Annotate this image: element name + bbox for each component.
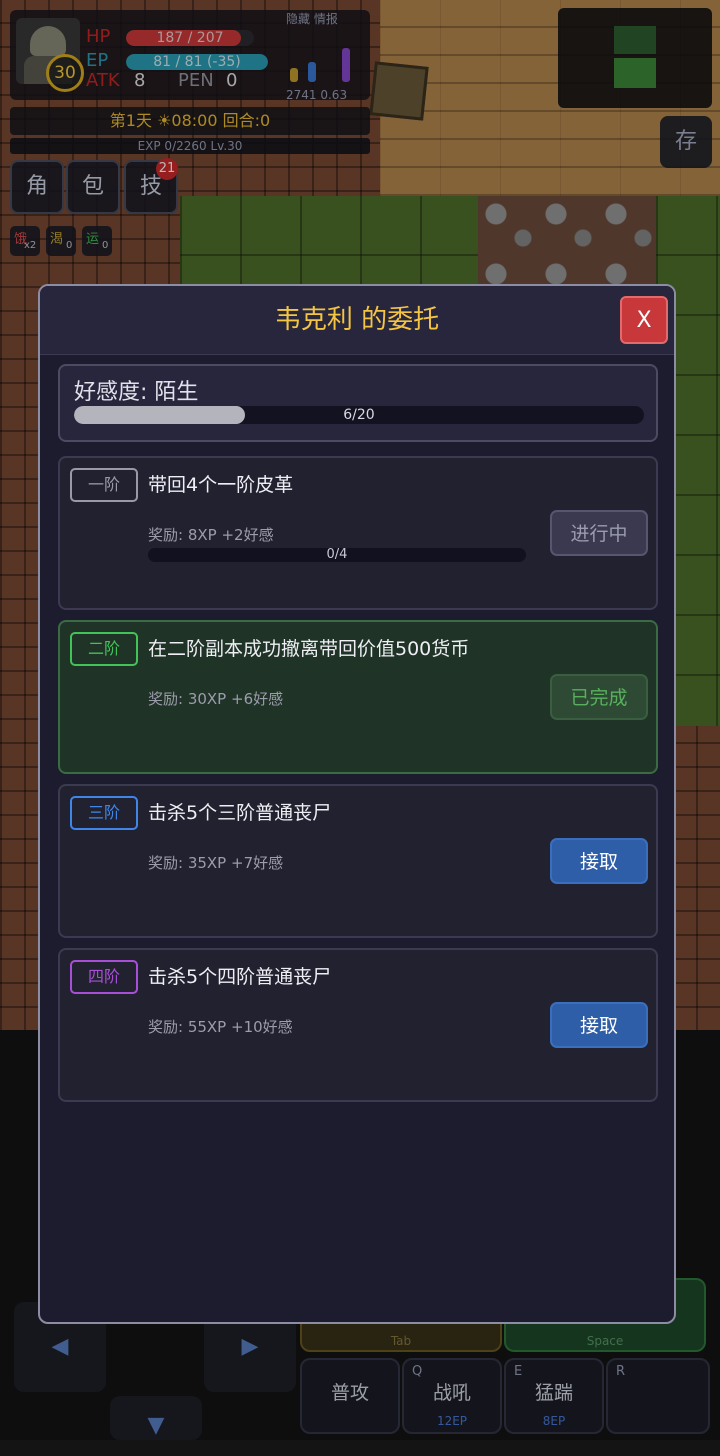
task-reward: 奖励: 8XP +2好感: [148, 526, 274, 544]
affinity-progress-text: 6/20: [343, 407, 375, 423]
dialog-header: 韦克利 的委托 X: [40, 286, 674, 355]
commission-dialog: 韦克利 的委托 X 好感度: 陌生 6/20 一阶 带回4个一阶皮革 奖励: 8…: [38, 284, 676, 1324]
task-progress-text: 0/4: [326, 548, 348, 562]
task-title: 击杀5个四阶普通丧尸: [148, 966, 332, 988]
task-title: 在二阶副本成功撤离带回价值500货币: [148, 638, 470, 660]
dialog-title: 韦克利 的委托: [274, 305, 440, 335]
tier-badge: 四阶: [70, 960, 138, 994]
accept-button[interactable]: 接取: [550, 838, 648, 884]
tier-badge: 二阶: [70, 632, 138, 666]
task-card: 一阶 带回4个一阶皮革 奖励: 8XP +2好感 0/4 进行中: [58, 456, 658, 610]
tier-badge: 一阶: [70, 468, 138, 502]
task-reward: 奖励: 35XP +7好感: [148, 854, 284, 872]
task-card: 三阶 击杀5个三阶普通丧尸 奖励: 35XP +7好感 接取: [58, 784, 658, 938]
task-title: 带回4个一阶皮革: [148, 474, 294, 496]
task-reward: 奖励: 30XP +6好感: [148, 690, 284, 708]
in-progress-button[interactable]: 进行中: [550, 510, 648, 556]
task-title: 击杀5个三阶普通丧尸: [148, 802, 332, 824]
accept-button[interactable]: 接取: [550, 1002, 648, 1048]
task-card: 四阶 击杀5个四阶普通丧尸 奖励: 55XP +10好感 接取: [58, 948, 658, 1102]
completed-button[interactable]: 已完成: [550, 674, 648, 720]
affinity-panel: 好感度: 陌生 6/20: [58, 364, 658, 442]
affinity-label: 好感度: 陌生: [74, 380, 199, 405]
task-reward: 奖励: 55XP +10好感: [148, 1018, 293, 1036]
tier-badge: 三阶: [70, 796, 138, 830]
task-progress-bar: 0/4: [148, 548, 526, 562]
close-button[interactable]: X: [620, 296, 668, 344]
affinity-progress-bar: 6/20: [74, 406, 644, 424]
task-card: 二阶 在二阶副本成功撤离带回价值500货币 奖励: 30XP +6好感 已完成: [58, 620, 658, 774]
